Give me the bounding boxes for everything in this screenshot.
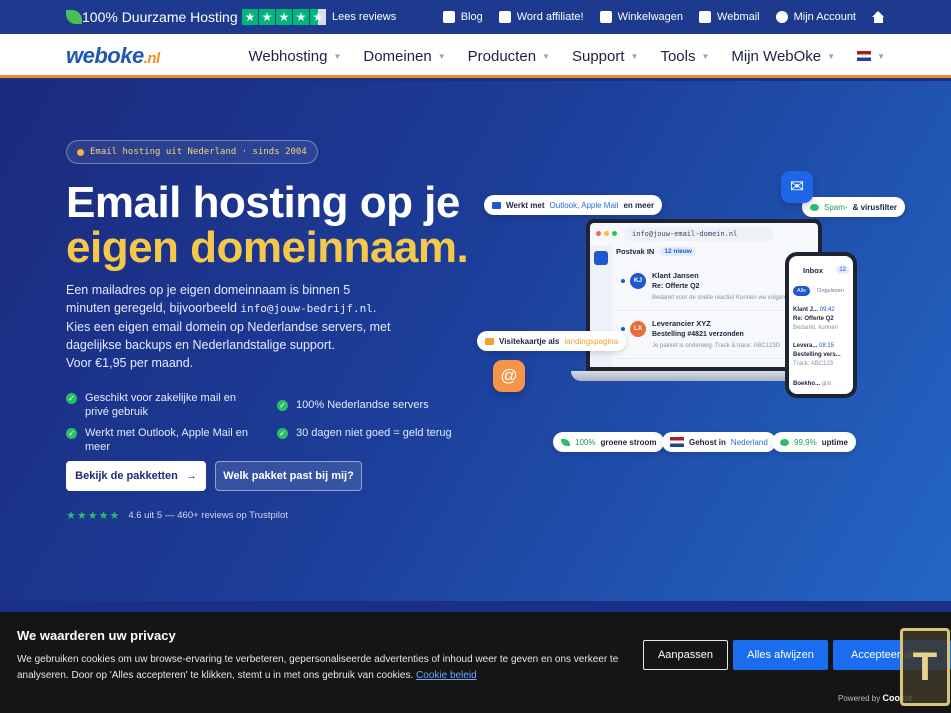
view-packages-button[interactable]: Bekijk de pakketten → [66, 461, 206, 491]
flag-nl-icon [670, 437, 684, 447]
status-dot-icon [780, 438, 789, 446]
nav-item-tools[interactable]: Tools ▼ [660, 48, 709, 65]
chevron-down-icon: ▼ [437, 51, 446, 61]
reviews-link[interactable]: Lees reviews [332, 11, 396, 23]
which-package-button[interactable]: Welk pakket past bij mij? [215, 461, 362, 491]
chip-works-with: Werkt met Outlook, Apple Mail en meer [484, 195, 663, 215]
star-icon: ★ [242, 9, 258, 25]
arrow-right-icon: → [185, 470, 197, 482]
chevron-down-icon: ▼ [827, 51, 836, 61]
shield-icon [810, 203, 819, 211]
nav-item-mijn-weboke[interactable]: Mijn WebOke ▼ [731, 48, 835, 65]
top-link-webmail[interactable]: Webmail [699, 11, 760, 23]
chevron-down-icon: ▼ [630, 51, 639, 61]
cart-icon [599, 11, 612, 23]
cookie-title: We waarderen uw privacy [17, 628, 176, 643]
feature-item: ✓ 100% Nederlandse servers [277, 398, 467, 412]
chevron-down-icon: ▼ [877, 51, 885, 61]
envelope-icon [699, 11, 712, 23]
cookie-customize-button[interactable]: Aanpassen [643, 640, 728, 670]
feature-item: ✓ Geschikt voor zakelijke mail en privé g… [66, 391, 256, 419]
inbox-icon [594, 251, 608, 265]
logo[interactable]: weboke.nl [66, 43, 160, 69]
chip-business-card: Visitekaartje als landingspagina [477, 331, 627, 351]
affiliate-icon [498, 11, 511, 23]
cookie-reject-button[interactable]: Alles afwijzen [733, 640, 828, 670]
chevron-down-icon: ▼ [701, 51, 710, 61]
chevron-down-icon: ▼ [333, 51, 342, 61]
top-link-blog[interactable]: Blog [442, 11, 483, 23]
star-icon: ★ [276, 9, 292, 25]
mail-bubble-icon: ✉ [781, 171, 813, 203]
cookie-banner: We waarderen uw privacy We gebruiken coo… [0, 612, 951, 713]
phone-mockup: Inbox 12 Alle Ongelezen Klant J... 09:42… [785, 252, 857, 398]
inbox-header: Postvak IN 12 nieuw [616, 247, 696, 256]
chip-green-energy: 100% groene stroom [553, 432, 665, 452]
main-nav: weboke.nl Webhosting ▼ Domeinen ▼ Producte… [0, 34, 951, 78]
leaf-icon [561, 438, 570, 446]
star-icon: ★ [259, 9, 275, 25]
check-icon: ✓ [66, 393, 77, 404]
chip-spam-filter: Spam- & virusfilter [802, 197, 906, 217]
chip-hosted-nl: Gehost in Nederland [662, 432, 776, 452]
phone-mail-item: Levera... 08:15 Bestelling vers... Track: … [793, 343, 841, 367]
cookie-policy-link[interactable]: Cookie beleid [416, 670, 477, 681]
star-half-icon: ★ [310, 9, 326, 25]
check-icon: ✓ [277, 400, 288, 411]
mail-sidebar [590, 245, 612, 367]
nav-items: Webhosting ▼ Domeinen ▼ Producten ▼ Support… [248, 34, 885, 78]
home-icon[interactable] [872, 11, 885, 23]
trustpilot-stars: ★ ★ ★ ★ ★ [242, 9, 326, 25]
chip-uptime: 99,9% uptime [772, 432, 856, 452]
cookie-text: We gebruiken cookies om uw browse-ervari… [17, 654, 619, 681]
sustainability-tagline: 100% Duurzame Hosting [82, 9, 238, 25]
feature-item: ✓ 30 dagen niet goed = geld terug [277, 426, 467, 440]
hero-title-line1: Email hosting op je [66, 178, 460, 227]
nav-item-support[interactable]: Support ▼ [572, 48, 638, 65]
phone-mail-item: Boekho... gist [793, 381, 832, 387]
dot-icon [77, 148, 84, 156]
top-link-cart[interactable]: Winkelwagen [599, 11, 683, 23]
at-sign-icon: @ [493, 360, 525, 392]
top-links: Blog Word affiliate! Winkelwagen Webmail… [442, 0, 885, 34]
document-icon [442, 11, 455, 23]
phone-mail-item: Klant J... 09:42 Re: Offerte Q2 Bedankt, k… [793, 307, 839, 331]
check-icon: ✓ [277, 428, 288, 439]
trustpilot-rating: ★★★★★ 4.6 uit 5 — 460+ reviews op Trustp… [66, 510, 288, 522]
watermark-logo: T [900, 628, 950, 706]
nav-item-webhosting[interactable]: Webhosting ▼ [248, 48, 341, 65]
leaf-icon [66, 10, 82, 24]
top-link-account[interactable]: Mijn Account [775, 11, 856, 23]
check-icon: ✓ [66, 428, 77, 439]
feature-item: ✓ Werkt met Outlook, Apple Mail en meer [66, 426, 256, 454]
card-icon [485, 337, 494, 345]
flag-nl-icon [857, 51, 872, 61]
top-bar: 100% Duurzame Hosting ★ ★ ★ ★ ★ Lees rev… [0, 0, 951, 34]
language-selector[interactable]: ▼ [857, 51, 885, 61]
address-bar: info@jouw-email-domein.nl [624, 227, 774, 241]
nav-item-producten[interactable]: Producten ▼ [468, 48, 550, 65]
nav-item-domeinen[interactable]: Domeinen ▼ [363, 48, 445, 65]
top-link-affiliate[interactable]: Word affiliate! [498, 11, 584, 23]
chevron-down-icon: ▼ [542, 51, 550, 61]
envelope-icon [492, 201, 501, 209]
hero-section: Email hosting uit Nederland · sinds 2004… [0, 81, 951, 601]
star-icon: ★ [293, 9, 309, 25]
hero-intro: Een mailadres op je eigen domeinnaam is … [66, 283, 391, 370]
user-icon [775, 11, 788, 23]
hero-badge: Email hosting uit Nederland · sinds 2004 [66, 140, 318, 164]
hero-title-line2: eigen domeinnaam. [66, 223, 469, 272]
rating-stars-icon: ★★★★★ [66, 510, 121, 522]
